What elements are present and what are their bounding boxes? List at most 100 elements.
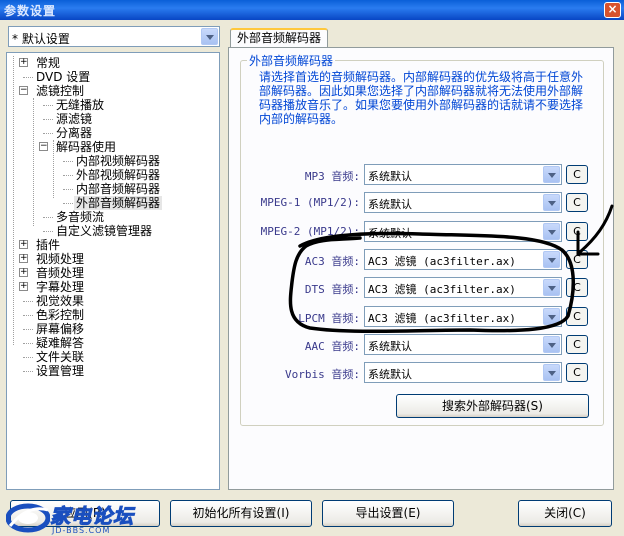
chevron-down-icon[interactable] [543, 166, 560, 183]
tree-item[interactable]: 视频处理 [34, 252, 86, 266]
group-description: 请选择首选的音频解码器。内部解码器的优先级将高于任意外部解码器。因此如果您选择了… [259, 70, 584, 126]
tree-item[interactable]: 色彩控制 [34, 308, 86, 322]
reset-all-button[interactable]: 初始化所有设置(I) [170, 500, 312, 527]
decoder-select[interactable]: AC3 滤镜 (ac3filter.ax) [364, 249, 562, 270]
tree-connector [43, 217, 53, 218]
decoder-config-button[interactable]: C [566, 165, 588, 184]
tree-item[interactable]: 常规 [34, 56, 62, 70]
tree-connector [23, 77, 33, 78]
tree-connector [23, 315, 33, 316]
tree-item[interactable]: 自定义滤镜管理器 [54, 224, 154, 238]
chevron-down-icon[interactable] [543, 223, 560, 240]
tree-item[interactable]: 字幕处理 [34, 280, 86, 294]
tree-connector [63, 189, 73, 190]
export-settings-button[interactable]: 导出设置(E) [322, 500, 454, 527]
decoder-select-value: 系统默认 [368, 227, 412, 240]
decoder-select[interactable]: 系统默认 [364, 221, 562, 242]
tree-connector [23, 329, 33, 330]
decoder-config-button[interactable]: C [566, 222, 588, 241]
tree-item[interactable]: 源滤镜 [54, 112, 94, 126]
decoder-label: AC3 音频: [304, 255, 360, 268]
chevron-down-icon[interactable] [543, 364, 560, 381]
settings-tree[interactable]: + 常规 DVD 设置 − 滤镜控制 无缝播放 源滤镜 分离器 − 解码器使用 内部视频解码器 外部视… [6, 52, 220, 490]
decoder-select-value: AC3 滤镜 (ac3filter.ax) [368, 255, 516, 268]
close-button[interactable]: 关闭(C) [518, 500, 612, 527]
tree-item[interactable]: 内部音频解码器 [74, 182, 162, 196]
tree-item[interactable]: 内部视频解码器 [74, 154, 162, 168]
tree-item[interactable]: 多音频流 [54, 210, 106, 224]
tree-item[interactable]: 外部视频解码器 [74, 168, 162, 182]
chevron-down-icon[interactable] [543, 194, 560, 211]
decoder-label: Vorbis 音频: [285, 368, 360, 381]
decoder-select[interactable]: 系统默认 [364, 362, 562, 383]
tree-item[interactable]: 插件 [34, 238, 62, 252]
tree-item[interactable]: 疑难解答 [34, 336, 86, 350]
decoder-config-button[interactable]: C [566, 193, 588, 212]
group-title: 外部音频解码器 [247, 52, 336, 69]
tree-connector [43, 133, 53, 134]
decoder-config-button[interactable]: C [566, 307, 588, 326]
tree-expander-icon[interactable]: + [19, 268, 28, 277]
tree-connector [63, 175, 73, 176]
tree-connector [43, 119, 53, 120]
tree-expander-icon[interactable]: + [19, 282, 28, 291]
tree-connector [23, 343, 33, 344]
decoder-label: DTS 音频: [304, 283, 360, 296]
tree-connector [23, 357, 33, 358]
tree-connector [43, 231, 53, 232]
tree-connector [43, 105, 53, 106]
decoder-config-button[interactable]: C [566, 250, 588, 269]
chevron-down-icon[interactable] [201, 28, 218, 45]
decoder-label: LPCM 音频: [298, 312, 360, 325]
tree-expander-icon[interactable]: + [19, 254, 28, 263]
preset-select-value: * 默认设置 [12, 32, 70, 46]
decoder-select[interactable]: AC3 滤镜 (ac3filter.ax) [364, 306, 562, 327]
decoder-config-button[interactable]: C [566, 335, 588, 354]
tree-item[interactable]: DVD 设置 [34, 70, 92, 84]
tree-item[interactable]: 外部音频解码器 [74, 196, 163, 210]
search-decoders-button[interactable]: 搜索外部解码器(S) [396, 394, 589, 418]
tree-connector [53, 140, 54, 198]
decoder-config-button[interactable]: C [566, 278, 588, 297]
watermark-text: 家电论坛 [50, 504, 134, 529]
tree-connector [23, 371, 33, 372]
decoder-select-value: 系统默认 [368, 368, 412, 381]
tree-item[interactable]: 屏幕偏移 [34, 322, 86, 336]
decoder-select[interactable]: 系统默认 [364, 164, 562, 185]
title-bar[interactable]: 参数设置 × [0, 0, 624, 20]
chevron-down-icon[interactable] [543, 279, 560, 296]
tree-item[interactable]: 滤镜控制 [34, 84, 86, 98]
tree-connector [63, 203, 73, 204]
tree-item[interactable]: 设置管理 [34, 364, 86, 378]
chevron-down-icon[interactable] [543, 251, 560, 268]
tree-connector [13, 56, 14, 345]
close-window-button[interactable]: × [604, 2, 621, 18]
chevron-down-icon[interactable] [543, 336, 560, 353]
decoder-select[interactable]: 系统默认 [364, 192, 562, 213]
tree-item[interactable]: 视觉效果 [34, 294, 86, 308]
decoder-select-value: 系统默认 [368, 198, 412, 211]
preset-select[interactable]: * 默认设置 [8, 26, 220, 47]
decoder-select-value: AC3 滤镜 (ac3filter.ax) [368, 312, 516, 325]
decoder-select-value: 系统默认 [368, 170, 412, 183]
tree-item[interactable]: 无缝播放 [54, 98, 106, 112]
decoder-label: MP3 音频: [304, 170, 360, 183]
decoder-label: AAC 音频: [304, 340, 360, 353]
decoder-select[interactable]: AC3 滤镜 (ac3filter.ax) [364, 277, 562, 298]
tree-expander-icon[interactable]: − [39, 142, 48, 151]
tree-connector [63, 161, 73, 162]
decoder-config-button[interactable]: C [566, 363, 588, 382]
chevron-down-icon[interactable] [543, 308, 560, 325]
decoder-select-value: AC3 滤镜 (ac3filter.ax) [368, 283, 516, 296]
tab-external-audio-decoder[interactable]: 外部音频解码器 [230, 28, 328, 48]
tree-item[interactable]: 解码器使用 [54, 140, 118, 154]
tree-expander-icon[interactable]: + [19, 240, 28, 249]
tree-item[interactable]: 分离器 [54, 126, 94, 140]
watermark-subtext: JD-BBS.COM [52, 526, 111, 535]
tree-item[interactable]: 音频处理 [34, 266, 86, 280]
tree-item[interactable]: 文件关联 [34, 350, 86, 364]
decoder-select-value: 系统默认 [368, 340, 412, 353]
tree-expander-icon[interactable]: + [19, 58, 28, 67]
tree-expander-icon[interactable]: − [19, 86, 28, 95]
decoder-select[interactable]: 系统默认 [364, 334, 562, 355]
